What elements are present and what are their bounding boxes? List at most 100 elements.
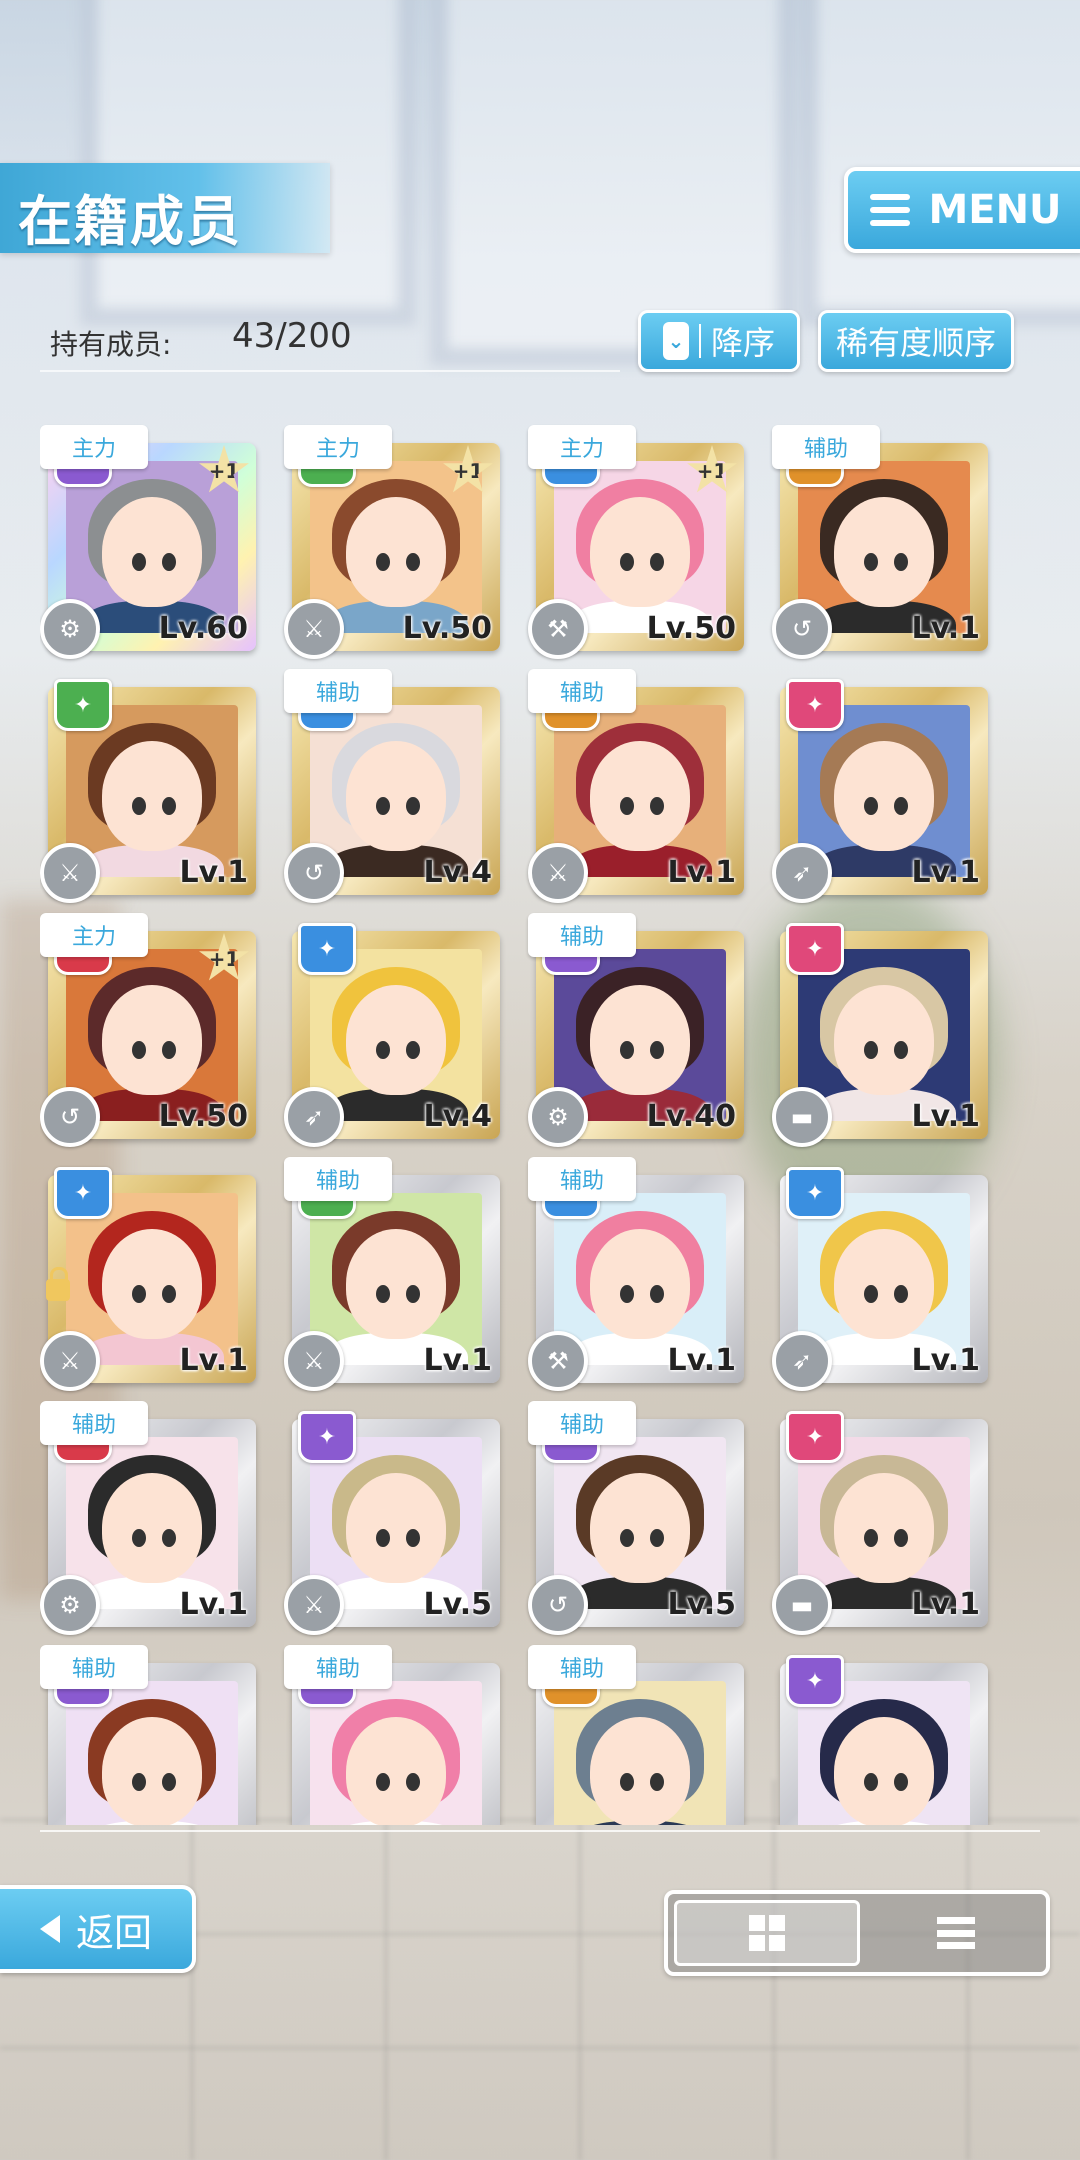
member-card[interactable]: ✦ ➶ Lv.1 [772,1167,990,1391]
gear-icon: ⚙ [528,1087,588,1147]
role-tag: 辅助 [528,1157,636,1201]
role-tag: 辅助 [528,1645,636,1689]
chevron-down-icon: ⌄ [662,322,689,360]
role-tag: 辅助 [772,425,880,469]
member-level: Lv.1 [179,1587,249,1622]
member-card[interactable]: ✦辅助⚒Lv.1 [528,1157,746,1391]
member-card[interactable]: ✦ ⚔ Lv.5 [284,1411,502,1635]
member-card[interactable]: ✦ ⚔ Lv.1 [40,679,258,903]
member-level: Lv.50 [646,611,736,646]
member-card[interactable]: ✦辅助↺Lv.1 [772,425,990,659]
sword-icon: ⚔ [40,1331,100,1391]
hammer-icon: ⚒ [528,599,588,659]
divider [698,324,701,358]
list-view-icon [937,1917,975,1949]
hammer-icon: ⚒ [528,1331,588,1391]
member-grid: ✦主力+1⚙Lv.60✦主力+1⚔Lv.50✦主力+1⚒Lv.50✦辅助↺Lv.… [40,415,1040,1825]
role-tag: 辅助 [528,669,636,713]
roller-icon: ▬ [772,1575,832,1635]
member-level: Lv.1 [667,1343,737,1378]
sort-rarity-button[interactable]: 稀有度顺序 [818,310,1014,372]
back-arrow-icon [39,1915,60,1943]
member-card[interactable]: ✦ ➶ Lv.4 [284,923,502,1147]
attribute-badge-icon: ✦ [786,1167,844,1219]
sort-rarity-label: 稀有度顺序 [835,324,996,362]
view-toggle [664,1890,1050,1976]
member-card[interactable]: ✦辅助⚙Lv.1 [40,1401,258,1635]
member-card[interactable]: ✦辅助↺Lv.5 [528,1401,746,1635]
role-tag: 辅助 [528,913,636,957]
member-level: Lv.1 [423,1343,493,1378]
divider [40,1830,1040,1832]
role-tag: 辅助 [40,1401,148,1445]
member-card[interactable]: ✦辅助 [528,1645,746,1825]
role-tag: 主力 [40,913,148,957]
attribute-badge-icon: ✦ [786,1411,844,1463]
member-card[interactable]: ✦辅助⚙Lv.40 [528,913,746,1147]
hook-icon: ↺ [40,1087,100,1147]
gear-icon: ⚙ [40,599,100,659]
role-tag: 辅助 [284,1645,392,1689]
sword-icon: ⚔ [528,843,588,903]
role-tag: 辅助 [284,669,392,713]
member-level: Lv.1 [911,855,981,890]
sword-icon: ⚔ [284,599,344,659]
member-card[interactable]: ✦ ▬ Lv.1 [772,923,990,1147]
sort-order-label: 降序 [710,324,775,362]
member-card[interactable]: ✦ ➶ Lv.1 [772,679,990,903]
sword-icon: ⚔ [284,1575,344,1635]
divider [40,370,620,372]
member-level: Lv.1 [911,1343,981,1378]
list-view-button[interactable] [866,1894,1046,1972]
member-count-value: 43/200 [232,316,352,356]
member-card[interactable]: ✦ [772,1655,990,1825]
rocket-icon: ➶ [772,1331,832,1391]
attribute-badge-icon: ✦ [298,1411,356,1463]
rocket-icon: ➶ [284,1087,344,1147]
hook-icon: ↺ [528,1575,588,1635]
member-card[interactable]: ✦主力+1⚔Lv.50 [284,425,502,659]
role-tag: 主力 [284,425,392,469]
role-tag: 主力 [528,425,636,469]
attribute-badge-icon: ✦ [786,679,844,731]
member-card[interactable]: ✦辅助↺Lv.4 [284,669,502,903]
member-card[interactable]: ✦主力+1⚒Lv.50 [528,425,746,659]
member-card[interactable]: ✦ ⚔ Lv.1 [40,1167,258,1391]
lock-icon [46,1267,70,1301]
member-level: Lv.5 [667,1587,737,1622]
member-level: Lv.5 [423,1587,493,1622]
menu-button[interactable]: MENU [844,167,1080,253]
page-title-banner: 在籍成员 [0,163,330,253]
role-tag: 主力 [40,425,148,469]
member-card[interactable]: ✦主力+1↺Lv.50 [40,913,258,1147]
attribute-badge-icon: ✦ [54,1167,112,1219]
member-count-label: 持有成员: [50,328,172,361]
back-label: 返回 [75,1910,152,1955]
gear-icon: ⚙ [40,1575,100,1635]
member-card[interactable]: ✦ ▬ Lv.1 [772,1411,990,1635]
member-level: Lv.4 [423,1099,493,1134]
member-level: Lv.4 [423,855,493,890]
role-tag: 辅助 [40,1645,148,1689]
sort-order-button[interactable]: ⌄ 降序 [638,310,800,372]
sword-icon: ⚔ [284,1331,344,1391]
attribute-badge-icon: ✦ [786,1655,844,1707]
member-card[interactable]: ✦辅助 [40,1645,258,1825]
member-level: Lv.1 [179,1343,249,1378]
member-card[interactable]: ✦辅助 [284,1645,502,1825]
attribute-badge-icon: ✦ [786,923,844,975]
rocket-icon: ➶ [772,843,832,903]
attribute-badge-icon: ✦ [298,923,356,975]
back-button[interactable]: 返回 [0,1885,196,1973]
member-card[interactable]: ✦主力+1⚙Lv.60 [40,425,258,659]
member-level: Lv.40 [646,1099,736,1134]
member-level: Lv.50 [158,1099,248,1134]
member-card[interactable]: ✦辅助⚔Lv.1 [284,1157,502,1391]
member-card[interactable]: ✦辅助⚔Lv.1 [528,669,746,903]
menu-label: MENU [928,187,1062,233]
role-tag: 辅助 [528,1401,636,1445]
attribute-badge-icon: ✦ [54,679,112,731]
grid-view-button[interactable] [674,1900,860,1966]
member-level: Lv.1 [179,855,249,890]
role-tag: 辅助 [284,1157,392,1201]
